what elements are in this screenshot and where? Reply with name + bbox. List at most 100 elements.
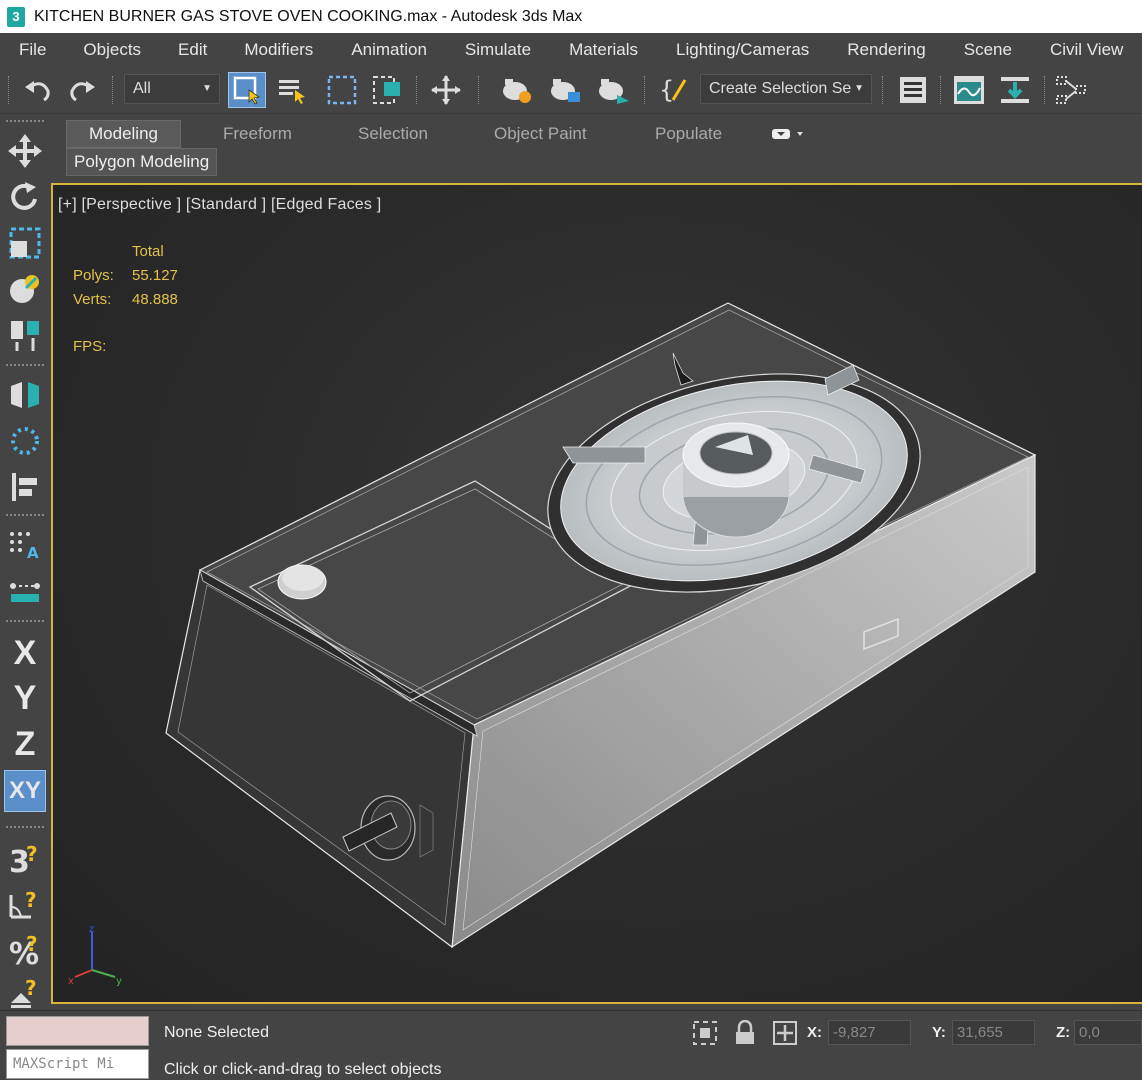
angle-snap-icon[interactable]: ? (4, 884, 46, 926)
toolbar-separator (112, 76, 114, 104)
redo-icon[interactable] (64, 72, 102, 108)
toolbar-separator (940, 76, 942, 104)
left-toolbar: A X Y Z XY 3? ? %? ? (0, 114, 50, 1010)
perspective-viewport[interactable]: [+] [Perspective ] [Standard ] [Edged Fa… (51, 183, 1142, 1004)
toolbar-separator (6, 364, 44, 366)
tab-selection[interactable]: Selection (348, 120, 438, 148)
constrain-z-button[interactable]: Z (4, 723, 46, 765)
stove-model[interactable] (53, 185, 1142, 1002)
menu-animation[interactable]: Animation (351, 40, 427, 60)
tab-populate[interactable]: Populate (645, 120, 732, 148)
x-coordinate-label: X: (807, 1024, 822, 1041)
y-coordinate-label: Y: (932, 1024, 946, 1041)
select-and-scale-icon[interactable] (4, 222, 46, 264)
menu-objects[interactable]: Objects (83, 40, 141, 60)
axis-z-label: z (89, 924, 94, 935)
spinner-snap-icon[interactable]: ? (4, 972, 46, 1014)
svg-text:?: ? (25, 888, 37, 912)
select-by-name-icon[interactable] (274, 72, 312, 108)
curve-editor-icon[interactable] (950, 72, 988, 108)
maxscript-editor-icon[interactable]: { (655, 72, 693, 108)
percent-snap-icon[interactable]: %? (4, 930, 46, 972)
polygon-modeling-button[interactable]: Polygon Modeling (66, 148, 218, 176)
constrain-z-label: Z (14, 724, 36, 763)
measure-distance-icon[interactable] (4, 570, 46, 612)
selection-status: None Selected (164, 1024, 269, 1041)
tab-freeform[interactable]: Freeform (213, 120, 302, 148)
menu-lighting-cameras[interactable]: Lighting/Cameras (676, 40, 809, 60)
selection-filter-dropdown[interactable]: All ▼ (124, 74, 220, 104)
named-selection-set-dropdown[interactable]: Create Selection Se ▼ (700, 74, 872, 104)
tab-modeling[interactable]: Modeling (66, 120, 181, 148)
mirror-icon[interactable] (4, 374, 46, 416)
toolbar-separator (6, 620, 44, 622)
window-crossing-icon[interactable] (369, 72, 407, 108)
maxscript-listener-input[interactable]: MAXScript Mi (6, 1049, 149, 1079)
x-coordinate-field[interactable]: -9,827 (828, 1020, 911, 1045)
layer-explorer-icon[interactable] (894, 72, 932, 108)
render-setup-icon[interactable] (498, 72, 536, 108)
select-and-rotate-icon[interactable] (4, 176, 46, 218)
menu-file[interactable]: File (19, 40, 46, 60)
toolbar-separator (416, 76, 418, 104)
menu-materials[interactable]: Materials (569, 40, 638, 60)
toolbar-separator (6, 826, 44, 828)
snap-3d-icon[interactable]: 3? (4, 838, 46, 880)
toolbar-separator (882, 76, 884, 104)
menu-rendering[interactable]: Rendering (847, 40, 925, 60)
toolbar-separator (478, 76, 480, 104)
selection-filter-value: All (133, 80, 151, 97)
constrain-xy-label: XY (8, 777, 41, 804)
svg-text:?: ? (26, 842, 38, 866)
render-production-icon[interactable] (594, 72, 632, 108)
rectangular-selection-icon[interactable] (323, 72, 361, 108)
dope-sheet-icon[interactable] (996, 72, 1034, 108)
svg-text:{: { (659, 76, 674, 104)
z-coordinate-label: Z: (1056, 1024, 1071, 1041)
menu-simulate[interactable]: Simulate (465, 40, 531, 60)
toolbar-separator (644, 76, 646, 104)
svg-text:?: ? (25, 977, 37, 1000)
constrain-y-button[interactable]: Y (4, 677, 46, 719)
named-selection-set-value: Create Selection Se (709, 80, 852, 97)
prompt-line: Click or click-and-drag to select object… (164, 1061, 442, 1078)
main-toolbar: All ▼ { Create Selection Se ▼ (0, 66, 1142, 114)
menu-edit[interactable]: Edit (178, 40, 207, 60)
isolate-selection-icon[interactable] (692, 1020, 718, 1046)
axis-x-label: x (68, 976, 74, 987)
align-view-icon[interactable] (4, 466, 46, 508)
axis-tripod-icon: z x y (68, 924, 122, 987)
ribbon-options-icon[interactable] (760, 120, 814, 148)
chevron-down-icon: ▼ (854, 83, 864, 94)
render-frame-icon[interactable] (546, 72, 584, 108)
menu-modifiers[interactable]: Modifiers (244, 40, 313, 60)
chevron-down-icon: ▼ (202, 83, 212, 94)
title-bar: 3 KITCHEN BURNER GAS STOVE OVEN COOKING.… (0, 0, 1142, 33)
z-coordinate-field[interactable]: 0,0 (1074, 1020, 1142, 1045)
select-and-move-icon[interactable] (4, 130, 46, 172)
toolbar-grip (6, 120, 44, 122)
move-icon[interactable] (427, 72, 465, 108)
menu-civil-view[interactable]: Civil View (1050, 40, 1123, 60)
schematic-view-icon[interactable] (1052, 72, 1090, 108)
maxscript-output[interactable] (6, 1016, 149, 1046)
toolbar-separator (6, 514, 44, 516)
y-coordinate-field[interactable]: 31,655 (952, 1020, 1035, 1045)
select-object-icon[interactable] (228, 72, 266, 108)
menu-scene[interactable]: Scene (964, 40, 1012, 60)
svg-text:A: A (27, 544, 39, 562)
array-icon[interactable] (4, 420, 46, 462)
absolute-mode-transform-icon[interactable] (772, 1020, 798, 1046)
app-icon[interactable]: 3 (7, 6, 25, 27)
constrain-x-button[interactable]: X (4, 632, 46, 674)
select-and-place-icon[interactable] (4, 268, 46, 310)
constrain-x-label: X (13, 633, 37, 672)
svg-text:?: ? (26, 933, 38, 956)
tab-object-paint[interactable]: Object Paint (484, 120, 597, 148)
snaps-toggle-icon[interactable]: A (4, 524, 46, 566)
selection-lock-icon[interactable] (733, 1019, 757, 1046)
axis-y-label: y (116, 976, 122, 987)
align-icon[interactable] (4, 314, 46, 356)
constrain-xy-button[interactable]: XY (4, 770, 46, 812)
undo-icon[interactable] (18, 72, 56, 108)
